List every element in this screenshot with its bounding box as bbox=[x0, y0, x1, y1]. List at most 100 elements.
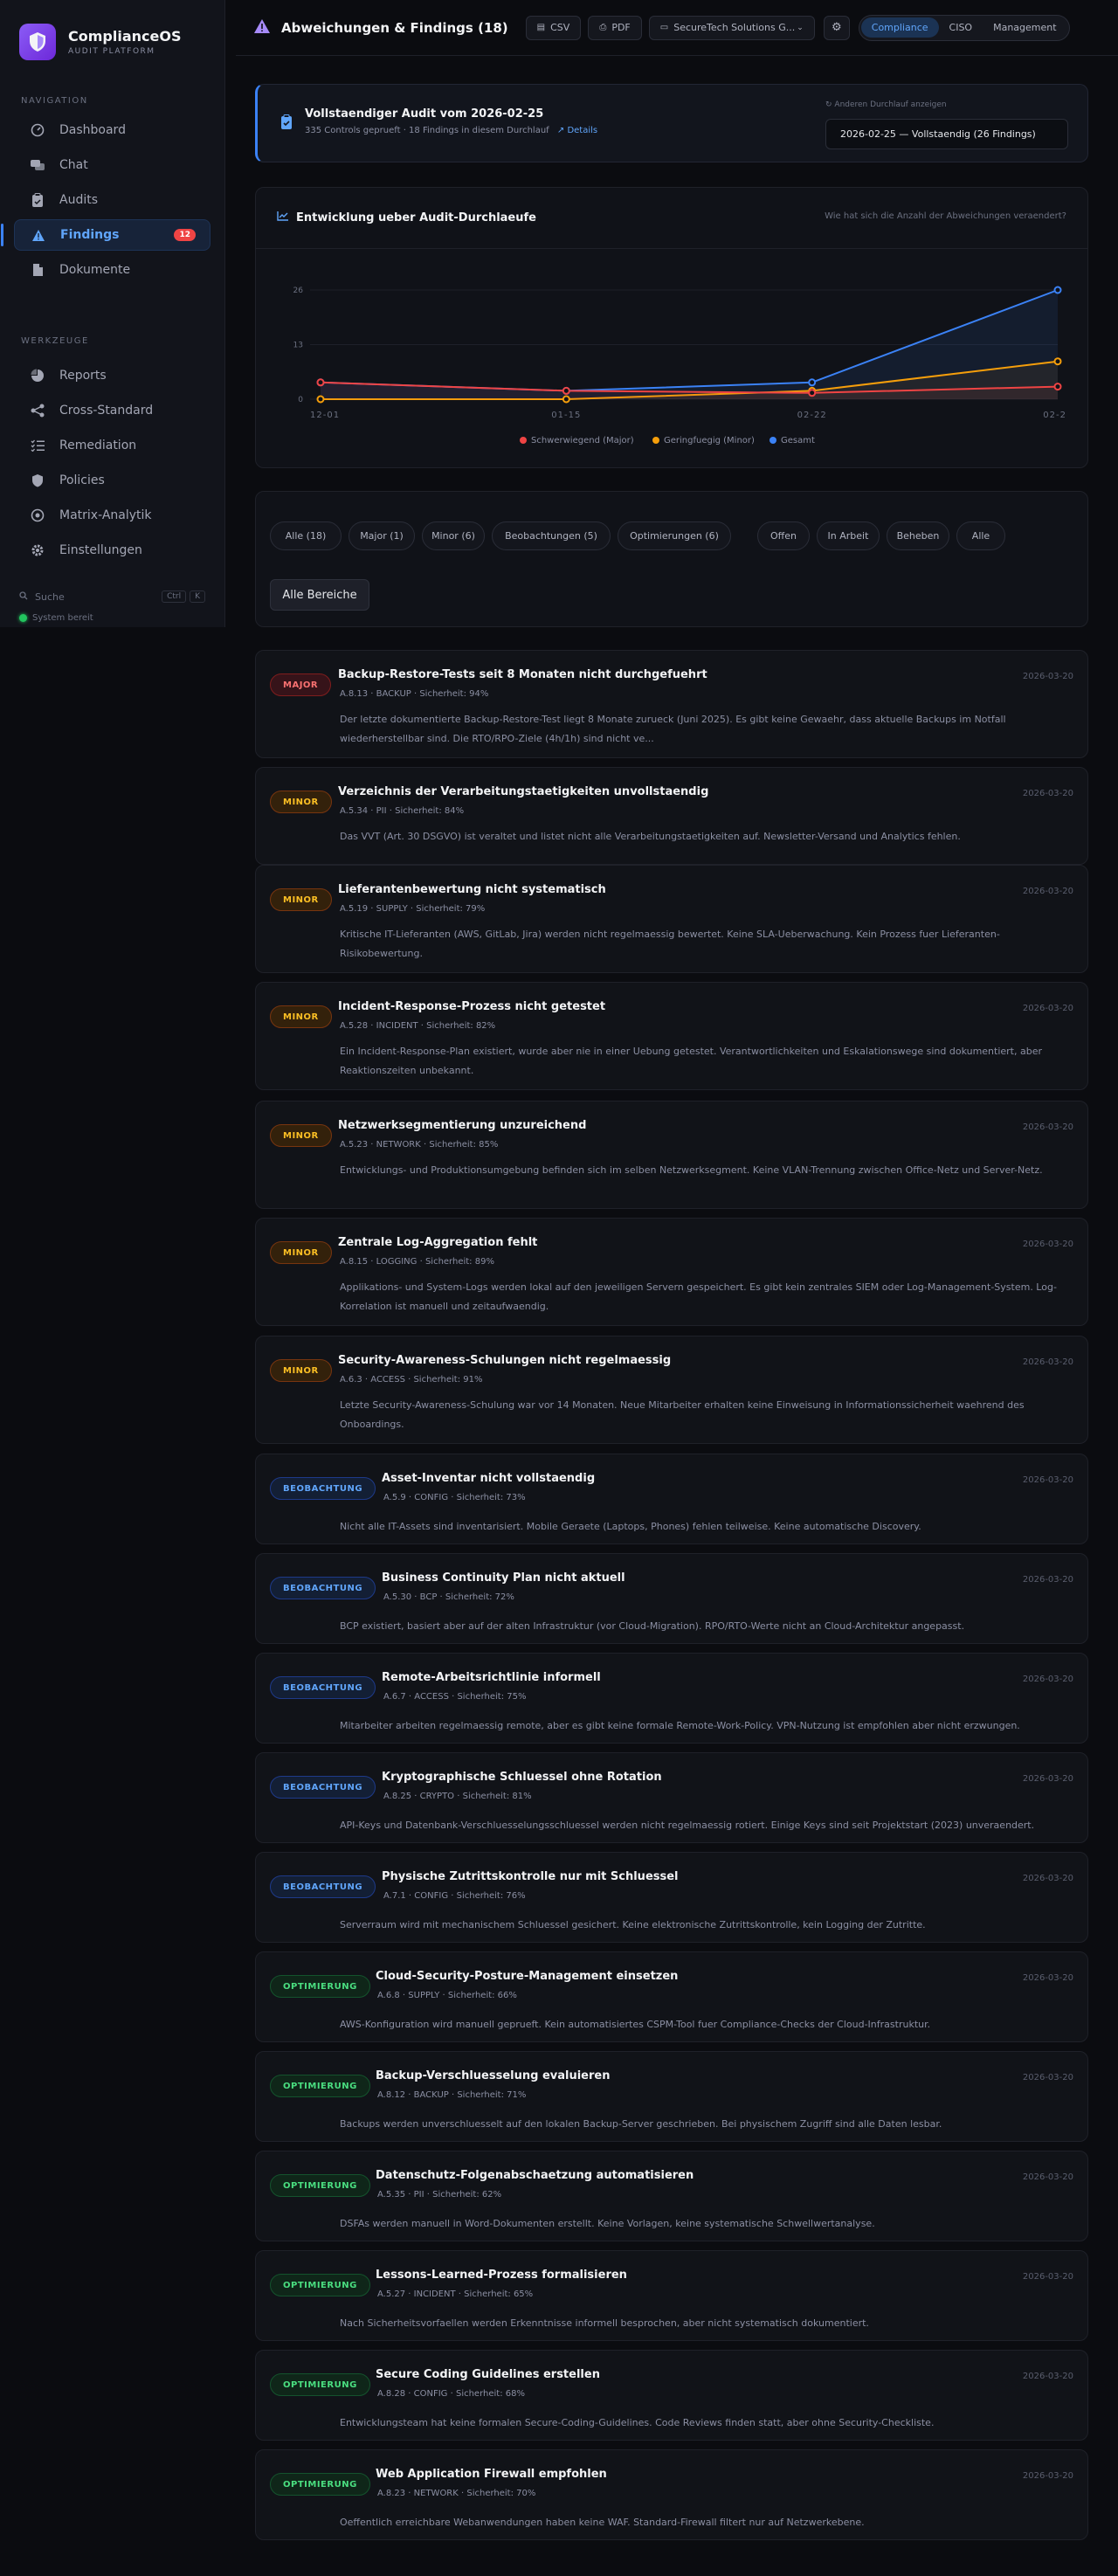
filter-observations[interactable]: Beobachtungen (5) bbox=[492, 521, 611, 550]
printer-icon: ⎙ bbox=[599, 23, 607, 32]
data-point bbox=[1053, 383, 1062, 391]
finding-date: 2026-03-20 bbox=[1022, 2471, 1073, 2481]
area-filter-button[interactable]: Alle Bereiche bbox=[270, 579, 369, 611]
sidebar-item-policies[interactable]: Policies bbox=[14, 465, 210, 496]
finding-type-badge: OPTIMIERUNG bbox=[270, 2373, 370, 2396]
finding-description: DSFAs werden manuell in Word-Dokumenten … bbox=[340, 2218, 875, 2229]
pie-icon bbox=[30, 368, 45, 383]
data-point bbox=[1053, 357, 1062, 366]
sidebar-item-dokumente[interactable]: Dokumente bbox=[14, 254, 210, 286]
audit-stats: 335 Controls geprueft · 18 Findings in d… bbox=[305, 126, 549, 135]
sidebar-item-cross-standard[interactable]: Cross-Standard bbox=[14, 395, 210, 426]
search-label: Suche bbox=[35, 590, 65, 603]
finding-title: Lieferantenbewertung nicht systematisch bbox=[338, 883, 606, 896]
finding-type-badge: MINOR bbox=[270, 1005, 332, 1028]
sidebar-search[interactable]: Suche Ctrl K bbox=[0, 590, 224, 603]
finding-card[interactable]: OPTIMIERUNG Backup-Verschluesselung evalu… bbox=[255, 2051, 1088, 2142]
trend-chart-panel: Entwicklung ueber Audit-Durchlaeufe Wie … bbox=[255, 187, 1088, 468]
finding-description: API-Keys und Datenbank-Verschluesselungs… bbox=[340, 1820, 1035, 1831]
view-ciso[interactable]: CISO bbox=[939, 17, 983, 38]
finding-card[interactable]: MINOR Verzeichnis der Verarbeitungstaetig… bbox=[255, 767, 1088, 865]
finding-type-badge: OPTIMIERUNG bbox=[270, 2075, 370, 2097]
finding-card[interactable]: OPTIMIERUNG Lessons-Learned-Prozess forma… bbox=[255, 2250, 1088, 2341]
filter-minor[interactable]: Minor (6) bbox=[422, 521, 485, 550]
finding-date: 2026-03-20 bbox=[1022, 2372, 1073, 2381]
finding-card[interactable]: OPTIMIERUNG Web Application Firewall empf… bbox=[255, 2449, 1088, 2540]
finding-date: 2026-03-20 bbox=[1022, 1973, 1073, 1983]
sidebar-item-findings[interactable]: Findings 12 bbox=[1, 219, 210, 251]
export-pdf-button[interactable]: ⎙ PDF bbox=[588, 15, 642, 40]
finding-type-badge: MINOR bbox=[270, 1241, 332, 1264]
finding-description: BCP existiert, basiert aber auf der alte… bbox=[340, 1620, 965, 1632]
system-status: System bereit bbox=[0, 613, 224, 623]
finding-type-badge: BEOBACHTUNG bbox=[270, 1776, 376, 1799]
sidebar-item-audits[interactable]: Audits bbox=[14, 184, 210, 216]
audit-run-select[interactable]: 2026-02-25 — Vollstaendig (26 Findings) bbox=[825, 119, 1068, 149]
chevron-down-icon: ⌄ bbox=[797, 23, 804, 32]
finding-title: Kryptographische Schluessel ohne Rotatio… bbox=[382, 1771, 662, 1784]
finding-meta: A.5.35 · PII · Sicherheit: 62% bbox=[377, 2190, 502, 2200]
finding-card[interactable]: MINOR Incident-Response-Prozess nicht get… bbox=[255, 982, 1088, 1090]
export-csv-button[interactable]: ▤ CSV bbox=[525, 15, 582, 40]
sidebar-item-remediation[interactable]: Remediation bbox=[14, 430, 210, 461]
finding-title: Business Continuity Plan nicht aktuell bbox=[382, 1571, 625, 1585]
finding-date: 2026-03-20 bbox=[1022, 1874, 1073, 1883]
finding-card[interactable]: MINOR Netzwerksegmentierung unzureichend A… bbox=[255, 1101, 1088, 1209]
warning-icon bbox=[31, 227, 46, 243]
view-compliance[interactable]: Compliance bbox=[860, 17, 939, 38]
view-management[interactable]: Management bbox=[983, 17, 1066, 38]
details-link[interactable]: ↗ Details bbox=[557, 126, 597, 135]
audit-select-label-text: Anderen Durchlauf anzeigen bbox=[834, 100, 947, 109]
settings-button[interactable]: ⚙ bbox=[823, 15, 850, 40]
status-fixed[interactable]: Beheben bbox=[887, 521, 949, 550]
finding-description: Oeffentlich erreichbare Webanwendungen h… bbox=[340, 2517, 865, 2528]
finding-card[interactable]: BEOBACHTUNG Kryptographische Schluessel o… bbox=[255, 1752, 1088, 1843]
organization-select[interactable]: ▭ SecureTech Solutions G... ⌄ bbox=[648, 15, 815, 40]
search-icon bbox=[19, 590, 28, 603]
finding-card[interactable]: BEOBACHTUNG Asset-Inventar nicht vollstae… bbox=[255, 1454, 1088, 1544]
sidebar-item-label: Reports bbox=[59, 369, 107, 383]
filter-major[interactable]: Major (1) bbox=[349, 521, 415, 550]
sidebar-item-label: Dokumente bbox=[59, 263, 131, 277]
finding-type-badge: MINOR bbox=[270, 888, 332, 911]
sidebar-item-dashboard[interactable]: Dashboard bbox=[14, 114, 210, 146]
finding-card[interactable]: BEOBACHTUNG Remote-Arbeitsrichtlinie info… bbox=[255, 1653, 1088, 1744]
finding-card[interactable]: OPTIMIERUNG Datenschutz-Folgenabschaetzun… bbox=[255, 2151, 1088, 2241]
finding-description: Nach Sicherheitsvorfaellen werden Erkenn… bbox=[340, 2317, 869, 2329]
sidebar-item-label: Policies bbox=[59, 473, 105, 487]
status-all[interactable]: Alle bbox=[956, 521, 1005, 550]
brand[interactable]: ComplianceOS AUDIT PLATFORM bbox=[0, 0, 224, 84]
finding-description: Letzte Security-Awareness-Schulung war v… bbox=[340, 1399, 1025, 1430]
finding-card[interactable]: OPTIMIERUNG Secure Coding Guidelines erst… bbox=[255, 2350, 1088, 2441]
finding-meta: A.8.25 · CRYPTO · Sicherheit: 81% bbox=[383, 1792, 532, 1801]
finding-card[interactable]: MINOR Zentrale Log-Aggregation fehlt A.8.1… bbox=[255, 1218, 1088, 1326]
y-tick-label: 26 bbox=[293, 287, 304, 295]
sidebar-item-chat[interactable]: Chat bbox=[14, 149, 210, 181]
sidebar-item-reports[interactable]: Reports bbox=[14, 360, 210, 391]
filter-all[interactable]: Alle (18) bbox=[270, 521, 342, 550]
sidebar-item-einstellungen[interactable]: Einstellungen bbox=[14, 535, 210, 566]
filter-optimizations[interactable]: Optimierungen (6) bbox=[618, 521, 731, 550]
finding-title: Incident-Response-Prozess nicht getestet bbox=[338, 1000, 606, 1013]
finding-title: Remote-Arbeitsrichtlinie informell bbox=[382, 1671, 601, 1684]
finding-type-badge: BEOBACHTUNG bbox=[270, 1676, 376, 1699]
sidebar-item-label: Findings bbox=[60, 228, 120, 242]
status-open[interactable]: Offen bbox=[757, 521, 810, 550]
finding-title: Secure Coding Guidelines erstellen bbox=[376, 2368, 600, 2381]
finding-card[interactable]: MINOR Security-Awareness-Schulungen nicht… bbox=[255, 1336, 1088, 1444]
finding-card[interactable]: OPTIMIERUNG Cloud-Security-Posture-Manage… bbox=[255, 1951, 1088, 2042]
sidebar-item-matrix-analytik[interactable]: Matrix-Analytik bbox=[14, 500, 210, 531]
finding-type-badge: BEOBACHTUNG bbox=[270, 1577, 376, 1599]
y-tick-label: 13 bbox=[293, 342, 303, 350]
finding-card[interactable]: BEOBACHTUNG Physische Zutrittskontrolle n… bbox=[255, 1852, 1088, 1943]
finding-description: Entwicklungs- und Produktionsumgebung be… bbox=[340, 1164, 1043, 1176]
status-in-progress[interactable]: In Arbeit bbox=[817, 521, 880, 550]
finding-card[interactable]: MINOR Lieferantenbewertung nicht systemat… bbox=[255, 865, 1088, 973]
finding-title: Cloud-Security-Posture-Management einset… bbox=[376, 1970, 679, 1983]
finding-card[interactable]: MAJOR Backup-Restore-Tests seit 8 Monaten… bbox=[255, 650, 1088, 758]
finding-card[interactable]: BEOBACHTUNG Business Continuity Plan nich… bbox=[255, 1553, 1088, 1644]
finding-type-badge: OPTIMIERUNG bbox=[270, 2174, 370, 2197]
finding-description: Entwicklungsteam hat keine formalen Secu… bbox=[340, 2417, 935, 2428]
finding-title: Netzwerksegmentierung unzureichend bbox=[338, 1119, 587, 1132]
finding-date: 2026-03-20 bbox=[1022, 1575, 1073, 1585]
